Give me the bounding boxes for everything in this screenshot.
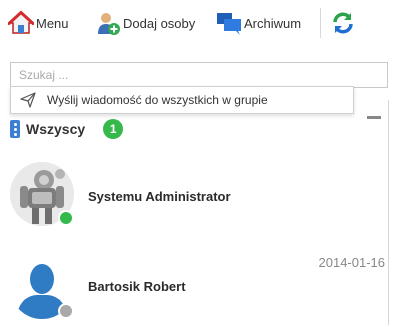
status-online-indicator: [58, 210, 74, 226]
contact-item[interactable]: Bartosik Robert 2014-01-16: [10, 255, 385, 327]
menu-button[interactable]: Menu: [8, 8, 69, 38]
add-user-icon: [98, 13, 120, 35]
add-people-label: Dodaj osoby: [123, 15, 196, 31]
status-offline-indicator: [58, 303, 74, 319]
broadcast-message-button[interactable]: Wyślij wiadomość do wszystkich w grupie: [10, 86, 354, 114]
archive-button[interactable]: Archiwum: [216, 8, 301, 38]
broadcast-label: Wyślij wiadomość do wszystkich w grupie: [47, 93, 268, 107]
menu-label: Menu: [36, 15, 69, 31]
add-people-button[interactable]: Dodaj osoby: [95, 8, 195, 38]
group-header: Wszyscy 1: [10, 118, 124, 140]
collapse-group-icon[interactable]: [367, 116, 381, 119]
search-input[interactable]: [10, 62, 388, 88]
archive-label: Archiwum: [244, 15, 302, 31]
home-icon: [8, 10, 34, 34]
contact-item[interactable]: Systemu Administrator: [10, 162, 380, 234]
contact-name: Systemu Administrator: [88, 189, 231, 204]
group-menu-icon[interactable]: [10, 120, 20, 138]
refresh-button[interactable]: [330, 8, 358, 38]
refresh-icon: [333, 12, 353, 34]
chat-bubbles-icon: [217, 13, 241, 35]
group-name: Wszyscy: [26, 121, 86, 137]
group-count-badge: 1: [103, 119, 124, 139]
contact-name: Bartosik Robert: [88, 279, 186, 294]
toolbar-divider: [320, 8, 321, 38]
search-box: [10, 62, 388, 88]
toolbar: Menu Dodaj osoby Archiwum: [0, 0, 396, 50]
panel-border: [388, 100, 389, 325]
send-icon: [20, 92, 36, 108]
contact-date: 2014-01-16: [318, 255, 386, 270]
